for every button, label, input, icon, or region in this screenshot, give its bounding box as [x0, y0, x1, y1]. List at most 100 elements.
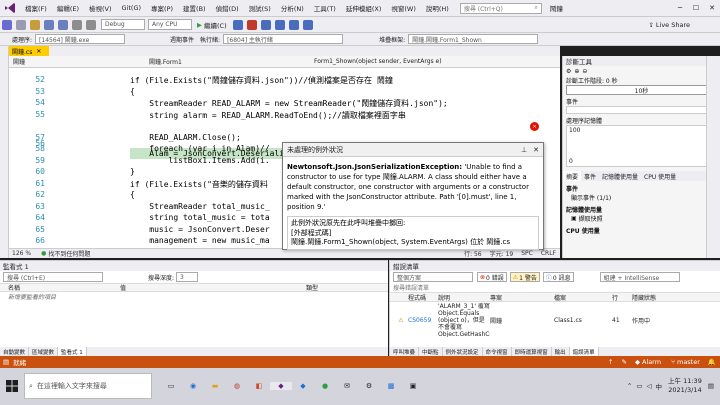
repo-name[interactable]: Alarm	[642, 358, 661, 366]
file-explorer-icon[interactable]: ▬	[204, 382, 226, 390]
search-depth-select[interactable]: 3	[176, 272, 199, 282]
error-list-search[interactable]: 搜尋錯誤清單	[390, 283, 720, 293]
save-icon[interactable]	[44, 19, 54, 30]
messages-filter-button[interactable]: ⓘ 0 訊息	[542, 272, 574, 282]
office-icon[interactable]: ◧	[248, 382, 270, 390]
scope-select[interactable]: 整個方案	[393, 272, 473, 282]
tab-summary[interactable]: 摘要	[563, 171, 582, 181]
errors-filter-button[interactable]: ⊗ 0 錯誤	[477, 272, 507, 282]
menu-debug[interactable]: 偵錯(D)	[211, 3, 244, 13]
back-icon[interactable]	[2, 19, 12, 30]
line-icon[interactable]: ●	[314, 382, 336, 390]
stack-frame-select[interactable]: 鬧鐘.鬧鐘.Form1_Shown	[408, 34, 539, 44]
tab-watch1[interactable]: 監看式 1	[58, 347, 87, 356]
col-project[interactable]: 專案	[490, 293, 554, 302]
notification-icon[interactable]: 🔔	[708, 358, 716, 366]
undo-icon[interactable]	[72, 19, 82, 30]
tab-breakpoints[interactable]: 中斷點	[419, 347, 443, 356]
zoom-in-icon[interactable]: ⊕	[574, 68, 579, 75]
clock[interactable]: 上午 11:39 2021/3/14	[668, 377, 702, 395]
editor-tab-active[interactable]: 鬧鐘.cs ✕	[9, 46, 49, 56]
menu-edit[interactable]: 編輯(E)	[52, 3, 84, 13]
notifications-icon[interactable]: ▤	[708, 382, 714, 390]
lifecycle-events-label[interactable]: 週期事件	[170, 35, 194, 44]
build-filter-select[interactable]: 組建 + IntelliSense	[599, 272, 680, 282]
pause-icon[interactable]	[232, 19, 243, 30]
tab-locals[interactable]: 區域變數	[29, 347, 59, 356]
popup-close-icon[interactable]: ✕	[533, 146, 539, 154]
live-share-button[interactable]: ⇪ Live Share	[648, 21, 690, 29]
save-all-icon[interactable]	[58, 19, 68, 30]
menu-help[interactable]: 說明(H)	[421, 3, 454, 13]
forward-icon[interactable]	[16, 19, 26, 30]
taskbar-search[interactable]: ⌕ 在這裡輸入文字來搜尋	[24, 373, 152, 399]
warnings-filter-button[interactable]: ⚠ 1 警告	[509, 272, 540, 282]
take-snapshot-button[interactable]: ▣ 擷取快照	[563, 214, 720, 223]
menu-git[interactable]: Git(G)	[117, 4, 147, 12]
menu-build[interactable]: 建置(B)	[178, 3, 211, 13]
exception-icon[interactable]: ✕	[530, 122, 539, 131]
platform-select[interactable]: Any CPU	[148, 19, 192, 30]
tab-close-icon[interactable]: ✕	[36, 48, 41, 55]
search-box[interactable]: 搜尋 (Ctrl+Q) ⌕	[459, 2, 542, 14]
step-into-icon[interactable]	[288, 19, 299, 30]
continue-button[interactable]: ▶ 繼續(C)	[197, 20, 227, 30]
member-nav-select[interactable]: Form1_Shown(object sender, EventArgs e)	[314, 58, 544, 65]
terminal-icon[interactable]: ▣	[402, 382, 424, 390]
maximize-icon[interactable]: ☐	[688, 4, 704, 12]
menu-file[interactable]: 檔案(F)	[20, 3, 52, 13]
ime-indicator[interactable]: 中	[656, 381, 663, 391]
restart-icon[interactable]	[260, 19, 271, 30]
menu-test[interactable]: 測試(S)	[244, 3, 276, 13]
thread-select[interactable]: [6804] 主執行緒	[223, 34, 344, 44]
settings-icon[interactable]: ⚙	[566, 68, 571, 75]
zoom-out-icon[interactable]: ⊖	[582, 68, 587, 75]
tab-events[interactable]: 事件	[581, 171, 599, 181]
add-watch-row[interactable]: 新增要監看的項目	[0, 292, 388, 301]
network-icon[interactable]: ▭	[636, 382, 642, 390]
menu-view[interactable]: 檢視(V)	[84, 3, 117, 13]
menu-project[interactable]: 專案(P)	[146, 3, 178, 13]
configuration-select[interactable]: Debug	[101, 19, 145, 30]
error-row[interactable]: ⚠ CS0659 'ALARM_3_1' 覆寫 Object.Equals (o…	[390, 302, 720, 338]
watch-search-input[interactable]: 搜尋 (Ctrl+E)	[3, 272, 103, 282]
tab-call-stack[interactable]: 呼叫堆疊	[390, 347, 420, 356]
photos-icon[interactable]: ▩	[380, 382, 402, 390]
edge-icon[interactable]: ◉	[182, 382, 204, 390]
start-icon[interactable]	[5, 379, 19, 393]
volume-icon[interactable]: ◁	[647, 382, 652, 390]
branch-name[interactable]: master	[677, 358, 700, 366]
up-arrow-icon[interactable]: ↑	[608, 358, 613, 366]
step-over-icon[interactable]	[274, 19, 285, 30]
tab-immediate-window[interactable]: 即時運算視窗	[512, 347, 552, 356]
tab-error-list[interactable]: 錯誤清單	[569, 347, 599, 356]
close-icon[interactable]: ✕	[704, 4, 720, 12]
chrome-icon[interactable]: ◍	[226, 382, 248, 390]
vscode-icon[interactable]: ◆	[292, 382, 314, 390]
tab-memory-usage[interactable]: 記憶體使用量	[599, 171, 641, 181]
zoom-level[interactable]: 126 %	[12, 250, 31, 257]
tab-cpu-usage[interactable]: CPU 使用量	[641, 171, 679, 181]
menu-extensions[interactable]: 延伸模組(X)	[341, 3, 387, 13]
tray-overflow-icon[interactable]: ⌃	[627, 382, 632, 390]
line-ending-indicator[interactable]: CRLF	[541, 250, 556, 257]
call-stack-link[interactable]: 鬧鐘.鬧鐘.Form1_Shown(object, System.EventAr…	[291, 238, 535, 248]
settings-app-icon[interactable]: ⚙	[358, 382, 380, 390]
visual-studio-icon[interactable]: ◆	[270, 382, 292, 390]
col-code[interactable]: 程式碼	[390, 293, 438, 302]
minimize-icon[interactable]: ─	[672, 4, 688, 12]
class-nav-select[interactable]: 鬧鐘.Form1	[139, 57, 314, 66]
pin-icon[interactable]: ⊥	[521, 146, 527, 154]
tab-command-window[interactable]: 命令視窗	[483, 347, 512, 356]
stop-icon[interactable]	[246, 19, 257, 30]
tab-exception-settings[interactable]: 例外狀況設定	[443, 347, 483, 356]
col-suppression[interactable]: 隱藏狀態	[632, 293, 656, 302]
project-nav-select[interactable]: 鬧鐘	[9, 57, 139, 66]
mail-icon[interactable]: ✉	[336, 382, 358, 390]
tab-autos[interactable]: 自動變數	[0, 347, 30, 356]
timeline-ruler[interactable]: 10秒	[566, 85, 717, 95]
col-file[interactable]: 檔案	[554, 293, 612, 302]
error-code-link[interactable]: CS0659	[408, 317, 438, 324]
col-description[interactable]: 說明	[438, 293, 490, 302]
col-line[interactable]: 行	[612, 293, 632, 302]
